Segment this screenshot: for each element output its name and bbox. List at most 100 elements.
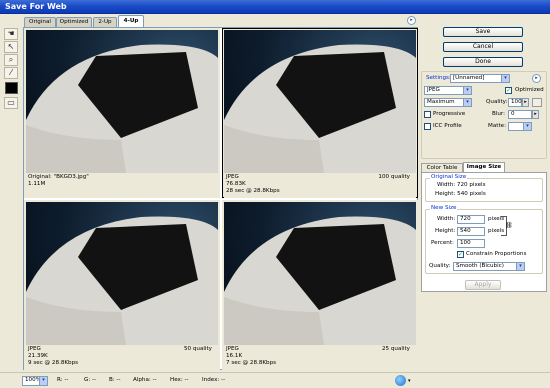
height-label: Height: [435,228,456,234]
tab-2up[interactable]: 2-Up [93,17,117,27]
pane-time: 9 sec @ 28.8Kbps [28,360,79,366]
preview-image [224,202,416,345]
preview-pane-25[interactable]: JPEG 16.1K 7 sec @ 28.8Kbps 25 quality [222,200,418,370]
tab-label: Original [29,19,51,25]
quality-label: Quality: [486,99,508,105]
zoom-icon[interactable]: ⌕ [4,54,18,66]
eyedropper-icon[interactable]: ⁄ [4,67,18,79]
color-swatch[interactable] [5,82,18,94]
chevron-down-icon: ▾ [516,263,524,270]
blue-readout: B: -- [109,377,121,383]
preview-pane-original[interactable]: Original: "BKGD3.jpg" 1.11M [24,28,220,198]
pane-quality: 100 quality [378,174,410,180]
browser-preview-icon[interactable] [395,375,406,386]
pane-size: 1.11M [28,181,46,187]
tab-image-size[interactable]: Image Size [463,162,505,172]
pane-format: Original: "BKGD3.jpg" [28,174,89,180]
tab-label: Color Table [426,165,458,171]
resample-quality-value: Smooth (Bicubic) [456,263,504,269]
chevron-down-icon: ▾ [463,99,471,106]
icc-profile-label: ICC Profile [433,123,462,129]
tab-color-table[interactable]: Color Table [421,163,463,172]
done-button[interactable]: Done [443,57,523,67]
chevron-down-icon: ▾ [463,87,471,94]
optimized-checkbox[interactable]: ✓ [505,87,512,94]
soccer-ball-image [224,44,416,173]
index-readout: Index: -- [202,377,226,383]
blur-slider-arrow-icon[interactable]: ▸ [532,110,539,119]
blur-input[interactable]: 0 [508,110,532,119]
blur-label: Blur: [492,111,506,117]
chevron-down-icon: ▾ [523,123,531,130]
progressive-label: Progressive [433,111,466,117]
quality-slider-arrow-icon[interactable]: ▸ [522,98,529,107]
pane-caption: JPEG 21.39K 9 sec @ 28.8Kbps 50 quality [26,346,218,370]
zoom-select[interactable]: 100% ▾ [22,376,48,386]
soccer-ball-image [224,216,416,345]
tab-optimized[interactable]: Optimized [56,17,92,27]
apply-button[interactable]: Apply [465,280,501,290]
original-width: Width: 720 pixels [437,182,486,188]
pane-size: 76.83K [226,181,246,187]
optimized-label: Optimized [515,87,544,93]
settings-preset-value: [Unnamed] [453,75,485,81]
pane-caption: Original: "BKGD3.jpg" 1.11M [26,174,218,198]
window-title: Save For Web [5,2,67,11]
quality-preset-value: Maximum [427,99,455,105]
percent-input[interactable]: 100 [457,239,485,248]
save-button[interactable]: Save [443,27,523,37]
progressive-checkbox[interactable] [424,111,431,118]
soccer-ball-image [26,216,218,345]
original-size-label: Original Size [430,174,468,181]
chevron-down-icon[interactable]: ▾ [408,377,414,385]
width-label: Width: [437,216,456,222]
green-readout: G: -- [84,377,97,383]
pane-time: 7 sec @ 28.8Kbps [226,360,277,366]
preview-pane-100[interactable]: JPEG 76.83K 28 sec @ 28.8Kbps 100 qualit… [222,28,418,198]
title-bar: Save For Web [0,0,550,14]
preview-image [224,30,416,173]
pane-size: 21.39K [28,353,48,359]
quality-input[interactable]: 100 [508,98,522,107]
pane-size: 16.1K [226,353,243,359]
format-select[interactable]: JPEG ▾ [424,86,472,95]
preview-toggle-icon[interactable]: ▭ [4,97,18,109]
hand-icon[interactable]: ☚ [4,28,18,40]
settings-label: Settings: [426,75,451,81]
constrain-proportions-label: Constrain Proportions [466,251,527,257]
cancel-button[interactable]: Cancel [443,42,523,52]
new-size-label: New Size [430,205,458,212]
soccer-ball-image [26,44,218,173]
preview-image [26,202,218,345]
tab-label: 4-Up [123,18,139,24]
slice-select-icon[interactable]: ↖ [4,41,18,53]
red-readout: R: -- [57,377,69,383]
mask-icon[interactable] [532,98,542,107]
matte-select[interactable]: ▾ [508,122,532,131]
tab-label: Optimized [59,19,89,25]
pane-time: 28 sec @ 28.8Kbps [226,188,280,194]
status-bar: 100% ▾ R: -- G: -- B: -- Alpha: -- Hex: -… [0,372,550,388]
pane-quality: 25 quality [381,346,410,352]
pane-caption: JPEG 16.1K 7 sec @ 28.8Kbps 25 quality [224,346,416,370]
format-value: JPEG [427,87,440,93]
settings-menu-arrow-icon[interactable]: ▸ [532,74,541,83]
preview-area: Original: "BKGD3.jpg" 1.11M JPEG 76.83K … [23,27,418,370]
resample-quality-select[interactable]: Smooth (Bicubic) ▾ [453,262,525,271]
height-input[interactable]: 540 [457,227,485,236]
preview-pane-50[interactable]: JPEG 21.39K 9 sec @ 28.8Kbps 50 quality [24,200,220,370]
constrain-proportions-checkbox[interactable]: ✓ [457,251,464,258]
width-input[interactable]: 720 [457,215,485,224]
view-menu-arrow-icon[interactable]: ▸ [407,16,416,25]
hex-readout: Hex: -- [170,377,189,383]
percent-label: Percent: [431,240,454,246]
tab-original[interactable]: Original [24,17,56,27]
pane-caption: JPEG 76.83K 28 sec @ 28.8Kbps 100 qualit… [224,174,416,198]
resample-quality-label: Quality: [429,263,451,269]
settings-preset-select[interactable]: [Unnamed] ▾ [450,74,510,83]
icc-profile-checkbox[interactable] [424,123,431,130]
preview-image [26,30,218,173]
quality-preset-select[interactable]: Maximum ▾ [424,98,472,107]
tab-label: Image Size [466,164,502,170]
chevron-down-icon: ▾ [39,377,47,385]
